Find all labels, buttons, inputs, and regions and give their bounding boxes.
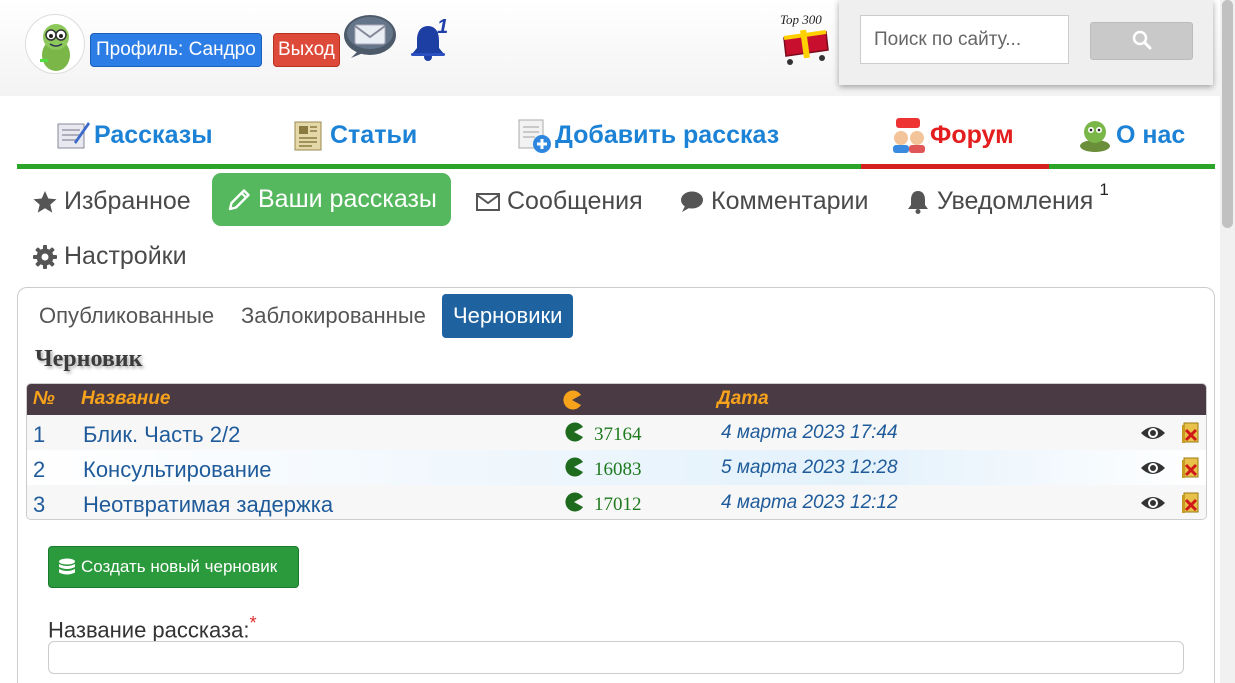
about-icon: [1080, 121, 1110, 152]
search-button[interactable]: [1090, 22, 1193, 60]
tab-messages[interactable]: Сообщения: [461, 175, 657, 228]
pill-published[interactable]: Опубликованные: [28, 294, 225, 338]
nav-articles-label: Статьи: [330, 120, 418, 149]
create-draft-button[interactable]: Создать новый черновик: [48, 546, 299, 588]
database-icon: [59, 558, 75, 575]
row-date: 4 марта 2023 17:44: [721, 422, 898, 443]
delete-book-icon[interactable]: [1179, 421, 1201, 445]
section-title: Черновик: [35, 346, 143, 372]
stories-icon: [57, 122, 90, 149]
size-icon: [565, 422, 583, 442]
tab-comments[interactable]: Комментарии: [665, 175, 882, 228]
header-date: Дата: [717, 388, 769, 409]
tab-your-stories-label: Ваши рассказы: [258, 185, 437, 213]
nav-underline-active: [861, 164, 1049, 169]
messages-icon[interactable]: [343, 14, 399, 58]
nav-add-story-label: Добавить рассказ: [555, 120, 780, 149]
create-draft-label: Создать новый черновик: [81, 557, 278, 576]
envelope-icon: [476, 192, 500, 211]
nav-underline: [17, 164, 861, 169]
size-icon: [565, 457, 583, 477]
forum-icon: [893, 118, 925, 153]
notification-count-badge: 1: [437, 16, 449, 38]
table-header: № Название Дата: [27, 384, 1206, 415]
nav-forum[interactable]: Форум: [890, 113, 1014, 157]
pill-blocked[interactable]: Заблокированные: [230, 294, 437, 338]
table-row[interactable]: 1 Блик. Часть 2/2 37164 4 марта 2023 17:…: [27, 415, 1206, 450]
size-icon: [565, 492, 583, 512]
nav-stories-label: Рассказы: [94, 120, 213, 149]
tab-notifications-label: Уведомления: [937, 187, 1094, 215]
story-name-label: Название рассказа:*: [48, 612, 257, 643]
row-date: 4 марта 2023 12:12: [721, 492, 898, 513]
delete-book-icon[interactable]: [1179, 456, 1201, 480]
nav-underline: [1049, 164, 1215, 169]
view-eye-icon[interactable]: [1140, 493, 1166, 513]
table-row[interactable]: 2 Консультирование 16083 5 марта 2023 12…: [27, 450, 1206, 485]
view-eye-icon[interactable]: [1140, 423, 1166, 443]
table-row[interactable]: 3 Неотвратимая задержка 17012 4 марта 20…: [27, 485, 1206, 519]
tab-messages-label: Сообщения: [507, 187, 643, 215]
view-eye-icon[interactable]: [1140, 458, 1166, 478]
story-name-label-text: Название рассказа:: [48, 617, 250, 643]
tab-favorites-label: Избранное: [64, 187, 191, 215]
header-num: №: [33, 388, 55, 409]
logout-button[interactable]: Выход: [273, 33, 340, 67]
search-input[interactable]: [860, 15, 1069, 64]
tab-notifications[interactable]: Уведомления 1: [891, 175, 1123, 228]
tab-comments-label: Комментарии: [711, 187, 869, 215]
drafts-table: № Название Дата 1 Блик. Часть 2/2 37164 …: [26, 383, 1207, 520]
add-story-icon: [518, 119, 551, 153]
story-name-input[interactable]: [48, 641, 1184, 674]
search-panel: [839, 0, 1213, 85]
main-nav: Рассказы Статьи Добавить рассказ Форум О…: [17, 100, 1215, 168]
articles-icon: [294, 121, 322, 151]
tab-favorites[interactable]: Избранное: [18, 175, 205, 228]
comment-icon: [681, 191, 703, 212]
delete-book-icon[interactable]: [1179, 491, 1201, 515]
star-icon: [33, 190, 57, 213]
profile-button[interactable]: Профиль: Сандро: [90, 33, 262, 67]
required-mark: *: [249, 612, 257, 633]
scrollbar-thumb[interactable]: [1222, 0, 1233, 228]
search-icon: [1132, 30, 1151, 49]
row-num: 3: [33, 492, 46, 517]
pencil-icon: [228, 188, 250, 210]
header-title: Название: [81, 388, 171, 409]
row-num: 1: [33, 422, 46, 447]
bell-icon: [908, 190, 928, 214]
row-num: 2: [33, 457, 46, 482]
gear-icon: [33, 244, 57, 269]
notifications-badge: 1: [1099, 179, 1109, 199]
avatar[interactable]: [25, 14, 85, 74]
row-date: 5 марта 2023 12:28: [721, 457, 898, 478]
nav-articles[interactable]: Статьи: [290, 113, 417, 157]
row-size: 37164: [594, 424, 642, 445]
nav-stories[interactable]: Рассказы: [54, 113, 213, 157]
row-size: 16083: [594, 459, 642, 480]
tab-settings-label: Настройки: [64, 242, 187, 270]
row-title-link[interactable]: Неотвратимая задержка: [83, 492, 333, 518]
row-title-link[interactable]: Блик. Часть 2/2: [83, 422, 240, 448]
size-icon: [563, 390, 581, 410]
nav-forum-label: Форум: [930, 120, 1014, 149]
nav-about[interactable]: О нас: [1076, 113, 1185, 157]
tab-settings[interactable]: Настройки: [18, 230, 201, 283]
nav-about-label: О нас: [1116, 120, 1186, 149]
pill-drafts[interactable]: Черновики: [442, 294, 574, 338]
row-title-link[interactable]: Консультирование: [83, 457, 271, 483]
top300-label: Top 300: [780, 12, 822, 27]
top-bar: Профиль: Сандро Выход 1 Top 300: [0, 0, 1220, 96]
row-size: 17012: [594, 494, 642, 515]
nav-add-story[interactable]: Добавить рассказ: [515, 113, 779, 157]
tab-your-stories[interactable]: Ваши рассказы: [212, 173, 451, 226]
